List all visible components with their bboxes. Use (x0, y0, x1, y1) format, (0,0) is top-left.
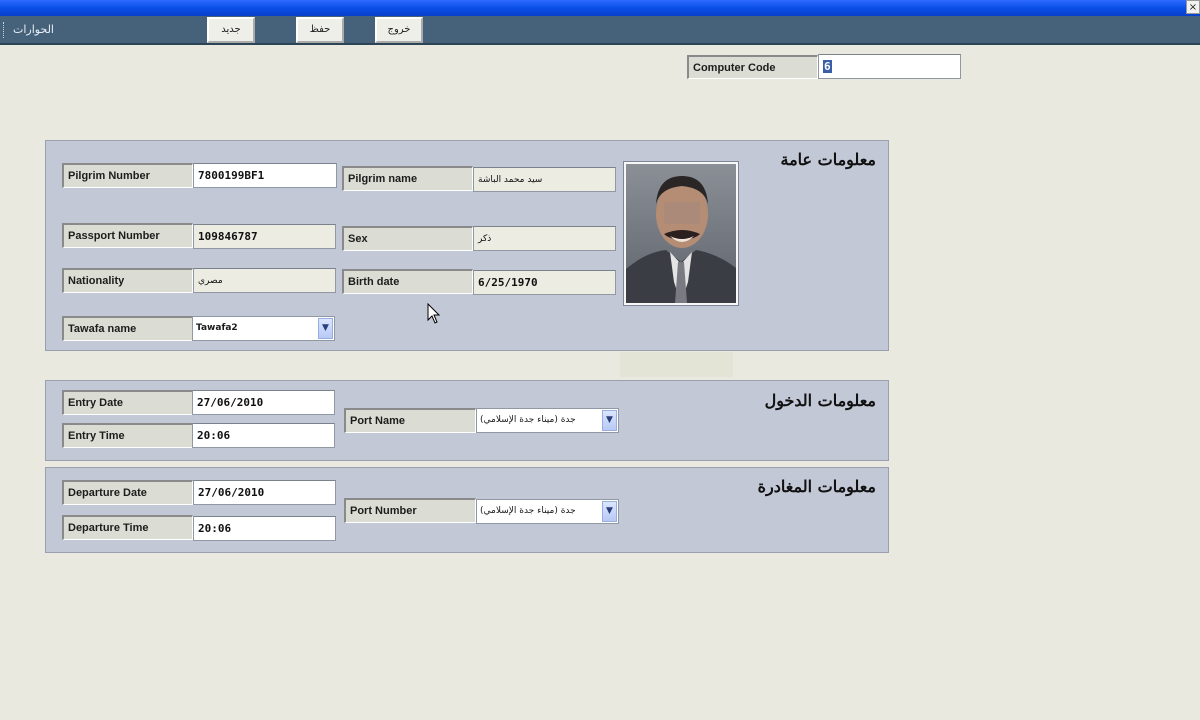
computer-code-label: Computer Code (687, 55, 818, 79)
pilgrim-photo (623, 161, 739, 306)
departure-info-panel: معلومات المغادرة Departure Date 27/06/20… (45, 467, 889, 553)
departure-time-label: Departure Time (62, 515, 193, 540)
port-number-label: Port Number (344, 498, 476, 523)
tawafa-name-dropdown[interactable]: Tawafa2 ▼ (192, 316, 335, 341)
new-button[interactable]: جديد (207, 17, 255, 43)
toolbar: الحوارات جديد حفظ خروج (0, 16, 1200, 45)
chevron-down-icon[interactable]: ▼ (602, 501, 617, 522)
pilgrim-number-label: Pilgrim Number (62, 163, 193, 188)
port-name-value: جدة (ميناء جدة الإسلامي) (480, 415, 576, 425)
exit-button[interactable]: خروج (375, 17, 423, 43)
port-number-value: جدة (ميناء جدة الإسلامي) (480, 506, 576, 516)
departure-time-field[interactable]: 20:06 (193, 516, 336, 541)
port-number-dropdown[interactable]: جدة (ميناء جدة الإسلامي) ▼ (476, 499, 619, 524)
mouse-pointer-icon (427, 303, 441, 324)
sex-field[interactable]: ذكر (473, 226, 616, 251)
pilgrim-name-field[interactable]: سيد محمد الباشة (473, 167, 616, 192)
toolbar-title: الحوارات (13, 23, 54, 36)
port-name-label: Port Name (344, 408, 476, 433)
port-name-dropdown[interactable]: جدة (ميناء جدة الإسلامي) ▼ (476, 408, 619, 433)
birth-date-field[interactable]: 6/25/1970 (473, 270, 616, 295)
general-info-title: معلومات عامة (780, 150, 877, 169)
tawafa-name-value: Tawafa2 (196, 323, 238, 333)
nationality-label: Nationality (62, 268, 193, 293)
save-button[interactable]: حفظ (296, 17, 344, 43)
passport-number-field[interactable]: 109846787 (193, 224, 336, 249)
panel-spacer (620, 352, 733, 377)
computer-code-value: 6 (823, 60, 832, 73)
window-title-bar: × (0, 0, 1200, 16)
pilgrim-photo-image (626, 164, 736, 303)
general-info-panel: معلومات عامة Pilgrim Number 7800199BF1 P… (45, 140, 889, 351)
entry-date-field[interactable]: 27/06/2010 (192, 390, 335, 415)
departure-info-title: معلومات المغادرة (757, 477, 876, 496)
toolbar-grip-handle[interactable] (3, 22, 6, 38)
birth-date-label: Birth date (342, 269, 473, 294)
close-window-button[interactable]: × (1186, 0, 1200, 14)
computer-code-field[interactable]: 6 (818, 54, 961, 79)
passport-number-label: Passport Number (62, 223, 193, 248)
chevron-down-icon[interactable]: ▼ (602, 410, 617, 431)
departure-date-label: Departure Date (62, 480, 193, 505)
entry-info-panel: معلومات الدخول Entry Date 27/06/2010 Ent… (45, 380, 889, 461)
entry-time-field[interactable]: 20:06 (192, 423, 335, 448)
pilgrim-number-field[interactable]: 7800199BF1 (193, 163, 337, 188)
chevron-down-icon[interactable]: ▼ (318, 318, 333, 339)
sex-label: Sex (342, 226, 473, 251)
entry-date-label: Entry Date (62, 390, 193, 415)
nationality-field[interactable]: مصري (193, 268, 336, 293)
departure-date-field[interactable]: 27/06/2010 (193, 480, 336, 505)
tawafa-name-label: Tawafa name (62, 316, 193, 341)
entry-info-title: معلومات الدخول (764, 391, 876, 410)
pilgrim-name-label: Pilgrim name (342, 166, 473, 191)
entry-time-label: Entry Time (62, 423, 193, 448)
